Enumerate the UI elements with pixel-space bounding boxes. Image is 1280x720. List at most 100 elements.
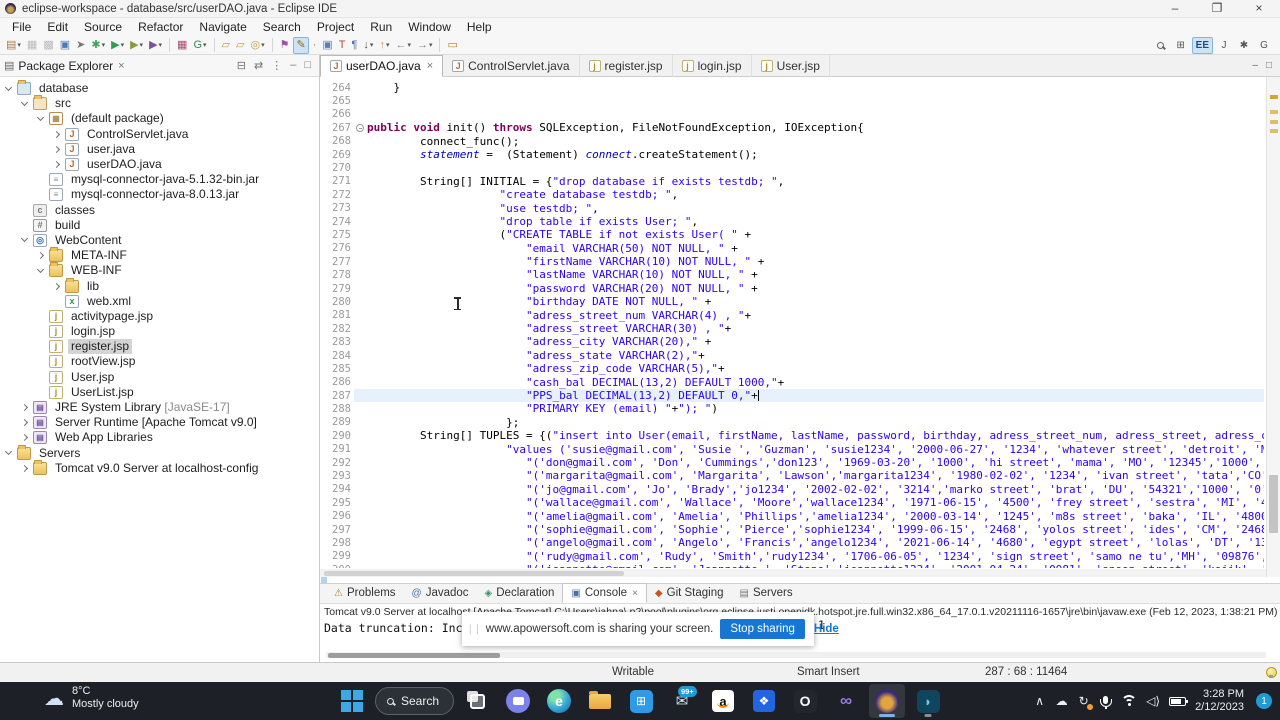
editor-tab-login-jsp[interactable]: j login.jsp [673,55,752,77]
code-line-291[interactable]: 291 "values ('susie@gmail.com', 'Susie '… [328,443,1264,456]
show-annotations-icon[interactable]: ▣ [320,37,334,54]
stop-sharing-button[interactable]: Stop sharing [720,619,805,639]
minimize-view-icon[interactable]: ‒ [286,59,300,72]
code-line-295[interactable]: 295 "('wallace@gmail.com', 'Wallace', 'M… [328,496,1264,509]
text-mode-icon[interactable]: T [337,37,348,54]
menu-run[interactable]: Run [362,18,400,36]
code-line-288[interactable]: 288 "PRIMARY KEY (email) "+"); ") [328,402,1264,415]
code-line-278[interactable]: 278 "lastName VARCHAR(10) NOT NULL, " + [328,268,1264,281]
menu-search[interactable]: Search [255,18,309,36]
code-line-299[interactable]: 299 "('rudy@gmail.com', 'Rudy', 'Smith',… [328,550,1264,563]
tree-item-lib[interactable]: lib [0,277,319,293]
code-line-300[interactable]: 300 "('jeannette@gmail.com', 'Jeannette … [328,563,1264,568]
new-ee-project-icon[interactable]: ▦ [175,37,189,54]
console-tab-problems[interactable]: ⚠ Problems [326,583,404,603]
volume-icon[interactable]: ◁⟩ [1146,694,1160,708]
chat-app[interactable] [500,684,536,718]
debug-icon[interactable]: ✱ ▾ [89,37,107,54]
taskbar-clock[interactable]: 3:28 PM 2/12/2023 [1195,688,1244,714]
plugin-wizard-icon[interactable]: ⚑ [278,37,292,54]
close-button[interactable]: × [1238,0,1280,18]
dropbox-app[interactable]: ❖ [746,684,782,718]
tree-item-mysql-connector-java-5-1-32-bin-jar[interactable]: ≡ mysql-connector-java-5.1.32-bin.jar [0,172,319,187]
file-explorer[interactable] [582,684,618,718]
link-with-editor-icon[interactable]: ⇄ [250,59,267,72]
amazon-app[interactable]: a [705,684,741,718]
import-icon[interactable]: ▱ [234,37,246,54]
editor-tab-userdao-java[interactable]: JuserDAO.java × [320,55,444,77]
code-line-276[interactable]: 276 "email VARCHAR(50) NOT NULL, " + [328,242,1264,255]
code-line-293[interactable]: 293 "('margarita@gmail.com', 'Margarita'… [328,469,1264,482]
chevron-down-icon[interactable] [20,98,29,106]
console-tab-declaration[interactable]: ◈ Declaration [477,583,563,603]
console-horizontal-scrollbar-thumb[interactable] [328,652,500,658]
last-edit-location-icon[interactable]: ▭ [445,37,459,54]
code-line-270[interactable]: 270 [328,161,1264,174]
tree-item-tomcat-v9-0-server-at-localhost-config[interactable]: Tomcat v9.0 Server at localhost-config [0,459,319,476]
console-tab-servers[interactable]: ▤ Servers [732,583,801,603]
tree-item-register-jsp[interactable]: j register.jsp [0,339,319,355]
chevron-down-icon[interactable] [20,235,29,243]
tree-item-userlist-jsp[interactable]: j UserList.jsp [0,385,319,400]
run-icon[interactable]: ▶ ▾ [109,37,126,54]
tree-item-web-app-libraries[interactable]: ▤ Web App Libraries [0,430,319,445]
annotation-marker[interactable] [1270,129,1278,133]
code-line-298[interactable]: 298 "('angelo@gmail.com', 'Angelo', 'Fra… [328,536,1264,549]
microsoft-store[interactable]: ⊞ [623,684,659,718]
next-annotation-icon[interactable]: ↓ ▾ [361,37,375,54]
chevron-down-icon[interactable] [36,265,45,273]
code-line-281[interactable]: 281 "adress_street_num VARCHAR(4) , "+ [328,309,1264,322]
microphone-icon[interactable] [1099,695,1113,709]
chevron-right-icon[interactable] [36,252,45,260]
tree-item-jre-system-library[interactable]: ▤ JRE System Library [JavaSE-17] [0,400,319,415]
menu-refactor[interactable]: Refactor [130,18,191,36]
menu-edit[interactable]: Edit [39,18,76,36]
perspective-javaee-icon[interactable]: EE [1191,36,1213,54]
code-line-297[interactable]: 297 "('sophie@gmail.com', 'Sophie', 'Pie… [328,523,1264,536]
open-console-icon[interactable]: ▣ [58,37,72,54]
tree-item-webcontent[interactable]: ◎ WebContent [0,233,319,248]
collapse-fold-icon[interactable] [356,123,364,132]
tree-item-user-java[interactable]: Juser.java [0,142,319,157]
close-tab-icon[interactable]: × [427,60,433,72]
code-line-272[interactable]: 272 "create database testdb; ", [328,188,1264,201]
menu-file[interactable]: File [4,18,39,36]
view-menu-icon[interactable]: ⋮ [267,59,286,72]
tree-item-classes[interactable]: c classes [0,203,319,218]
console-tab-git-staging[interactable]: ◆ Git Staging [647,583,732,603]
code-line-286[interactable]: 286 "cash_bal DECIMAL(13,2) DEFAULT 1000… [328,376,1264,389]
start-button[interactable] [334,684,370,718]
code-line-269[interactable]: 269 statement = (Statement) connect.crea… [328,148,1264,161]
chevron-right-icon[interactable] [20,434,29,442]
chevron-right-icon[interactable] [52,282,61,290]
chevron-down-icon[interactable] [4,83,13,91]
open-perspective-icon[interactable]: ⊞ [1172,37,1190,54]
tree-item-rootview-jsp[interactable]: j rootView.jsp [0,354,319,369]
code-line-267[interactable]: 267 public void init() throws SQLExceptio… [328,121,1264,134]
console-tab-javadoc[interactable]: @ Javadoc [404,583,477,603]
code-content[interactable]: 264 } 265 266 267 public void init() throws … [328,81,1264,568]
chevron-down-icon[interactable] [36,113,45,122]
hidden-icons-chevron-icon[interactable]: ∧ [1033,694,1046,708]
mark-occurrences-icon[interactable]: ✎ [293,36,309,54]
chevron-right-icon[interactable] [52,130,61,138]
chevron-right-icon[interactable] [20,464,29,472]
menu-window[interactable]: Window [400,18,459,36]
editor-horizontal-scrollbar[interactable] [320,569,1266,577]
edge-browser[interactable]: e [541,684,577,718]
tree-item-web-xml[interactable]: x web.xml [0,294,319,309]
search-box[interactable]: Search [374,684,455,718]
save-all-icon[interactable]: ▩ [41,37,55,54]
wifi-icon[interactable] [1121,695,1138,707]
tree-item-web-inf[interactable]: WEB-INF [0,262,319,278]
chevron-right-icon[interactable] [20,403,29,412]
select-mode-icon[interactable]: ➤ [74,37,87,54]
code-line-265[interactable]: 265 [328,94,1264,107]
tree-item-meta-inf[interactable]: META-INF [0,247,319,263]
code-line-274[interactable]: 274 "drop table if exists User; ", [328,215,1264,228]
code-line-275[interactable]: 275 ("CREATE TABLE if not exists User( "… [328,228,1264,241]
chevron-right-icon[interactable] [52,160,61,169]
code-line-296[interactable]: 296 "('amelia@gmail.com', 'Amelia', 'Phi… [328,510,1264,523]
quick-search-icon[interactable] [1152,37,1170,54]
tips-lamp-icon[interactable] [1266,667,1277,678]
